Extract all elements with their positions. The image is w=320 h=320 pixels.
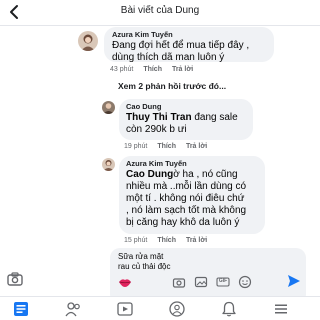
menu-icon	[275, 304, 287, 314]
composer-camera-button[interactable]	[172, 275, 186, 289]
image-icon	[194, 276, 208, 288]
avatar[interactable]	[102, 101, 115, 114]
send-icon	[288, 275, 300, 287]
nav-groups[interactable]	[168, 300, 186, 318]
comment-text-line: Đang đợi hết để mua tiếp đây ,	[112, 40, 250, 51]
reply-link[interactable]: Trả lời	[186, 237, 207, 244]
reply-time: 19 phút	[124, 143, 148, 150]
gif-button[interactable]: GIF	[216, 275, 230, 289]
avatar[interactable]	[102, 158, 115, 171]
gif-label: GIF	[218, 278, 228, 284]
reply-time: 15 phút	[124, 237, 148, 244]
camera-icon	[7, 272, 23, 286]
reply-text-line: còn 290k b ưi	[126, 124, 187, 135]
page-title: Bài viết của Dung	[120, 5, 200, 16]
mention-link[interactable]: Thuy Thi Tran	[126, 112, 192, 123]
reply-bubble: Azura Kim Tuyến Cao Dungờ ha , nó cũng n…	[119, 156, 265, 234]
avatar[interactable]	[78, 31, 98, 51]
reply-link[interactable]: Trả lời	[172, 66, 193, 73]
top-bar: Bài viết của Dung	[0, 0, 320, 26]
mention-link[interactable]: Cao Dung	[126, 169, 173, 180]
friends-icon	[65, 302, 80, 317]
photo-button[interactable]	[194, 275, 208, 289]
nav-friends[interactable]	[64, 300, 82, 318]
camera-icon	[172, 278, 186, 288]
lips-emoji-icon	[119, 279, 131, 287]
nav-menu[interactable]	[272, 300, 290, 318]
camera-button[interactable]	[6, 270, 24, 288]
reply-text-line: Cao Dungờ ha , nó cũng	[126, 169, 258, 181]
bottom-nav	[0, 296, 320, 320]
draft-line: rau củ thải độc	[118, 262, 171, 271]
reply-text-part: ờ ha , nó cũng	[173, 169, 238, 180]
news-feed-icon	[14, 302, 28, 316]
reply-text-line: Thuy Thi Tran đang sale	[126, 112, 246, 124]
reply-text-line: một tí . không nói điêu chứ	[126, 193, 245, 204]
reply-meta: 19 phút Thích Trả lời	[124, 143, 215, 150]
view-previous-replies-link[interactable]: Xem 2 phản hồi trước đó...	[118, 81, 226, 91]
nav-news-feed[interactable]	[12, 300, 30, 318]
comment-time: 43 phút	[110, 66, 134, 73]
reply-text-line: nhiều mà ..mỗi lần dùng có	[126, 181, 247, 192]
reply-link[interactable]: Trả lời	[186, 143, 207, 150]
comment-meta: 43 phút Thích Trả lời	[110, 66, 201, 73]
draft-line: Sữa rửa mặt	[118, 252, 164, 261]
emoji-button[interactable]	[238, 275, 252, 289]
notifications-icon	[222, 301, 236, 317]
like-link[interactable]: Thích	[157, 237, 176, 244]
watch-icon	[117, 302, 133, 316]
reply-text-part: đang sale	[191, 112, 238, 123]
sticker-button[interactable]	[118, 275, 132, 289]
comment-input[interactable]: Sữa rửa mặt rau củ thải độc	[118, 252, 170, 272]
reply-author[interactable]: Azura Kim Tuyến	[126, 159, 258, 169]
smiley-icon	[238, 275, 252, 289]
reply-bubble: Cao Dung Thuy Thi Tran đang sale còn 290…	[119, 99, 253, 140]
comment-bubble: Azura Kim Tuyến Đang đợi hết để mua tiếp…	[104, 27, 274, 63]
send-button[interactable]	[286, 273, 302, 289]
comment-text-line: dùng thích dã man luôn ý	[112, 52, 225, 63]
groups-icon	[169, 301, 185, 317]
like-link[interactable]: Thích	[157, 143, 176, 150]
nav-watch[interactable]	[116, 300, 134, 318]
reply-author[interactable]: Cao Dung	[126, 102, 246, 112]
nav-notifications[interactable]	[220, 300, 238, 318]
comment-author[interactable]: Azura Kim Tuyến	[112, 30, 266, 40]
reply-text-line: bị căng hay khô da luôn ý	[126, 217, 240, 228]
reply-meta: 15 phút Thích Trả lời	[124, 237, 215, 244]
like-link[interactable]: Thích	[143, 66, 162, 73]
reply-text-line: , nó làm sạch tốt mà không	[126, 205, 247, 216]
